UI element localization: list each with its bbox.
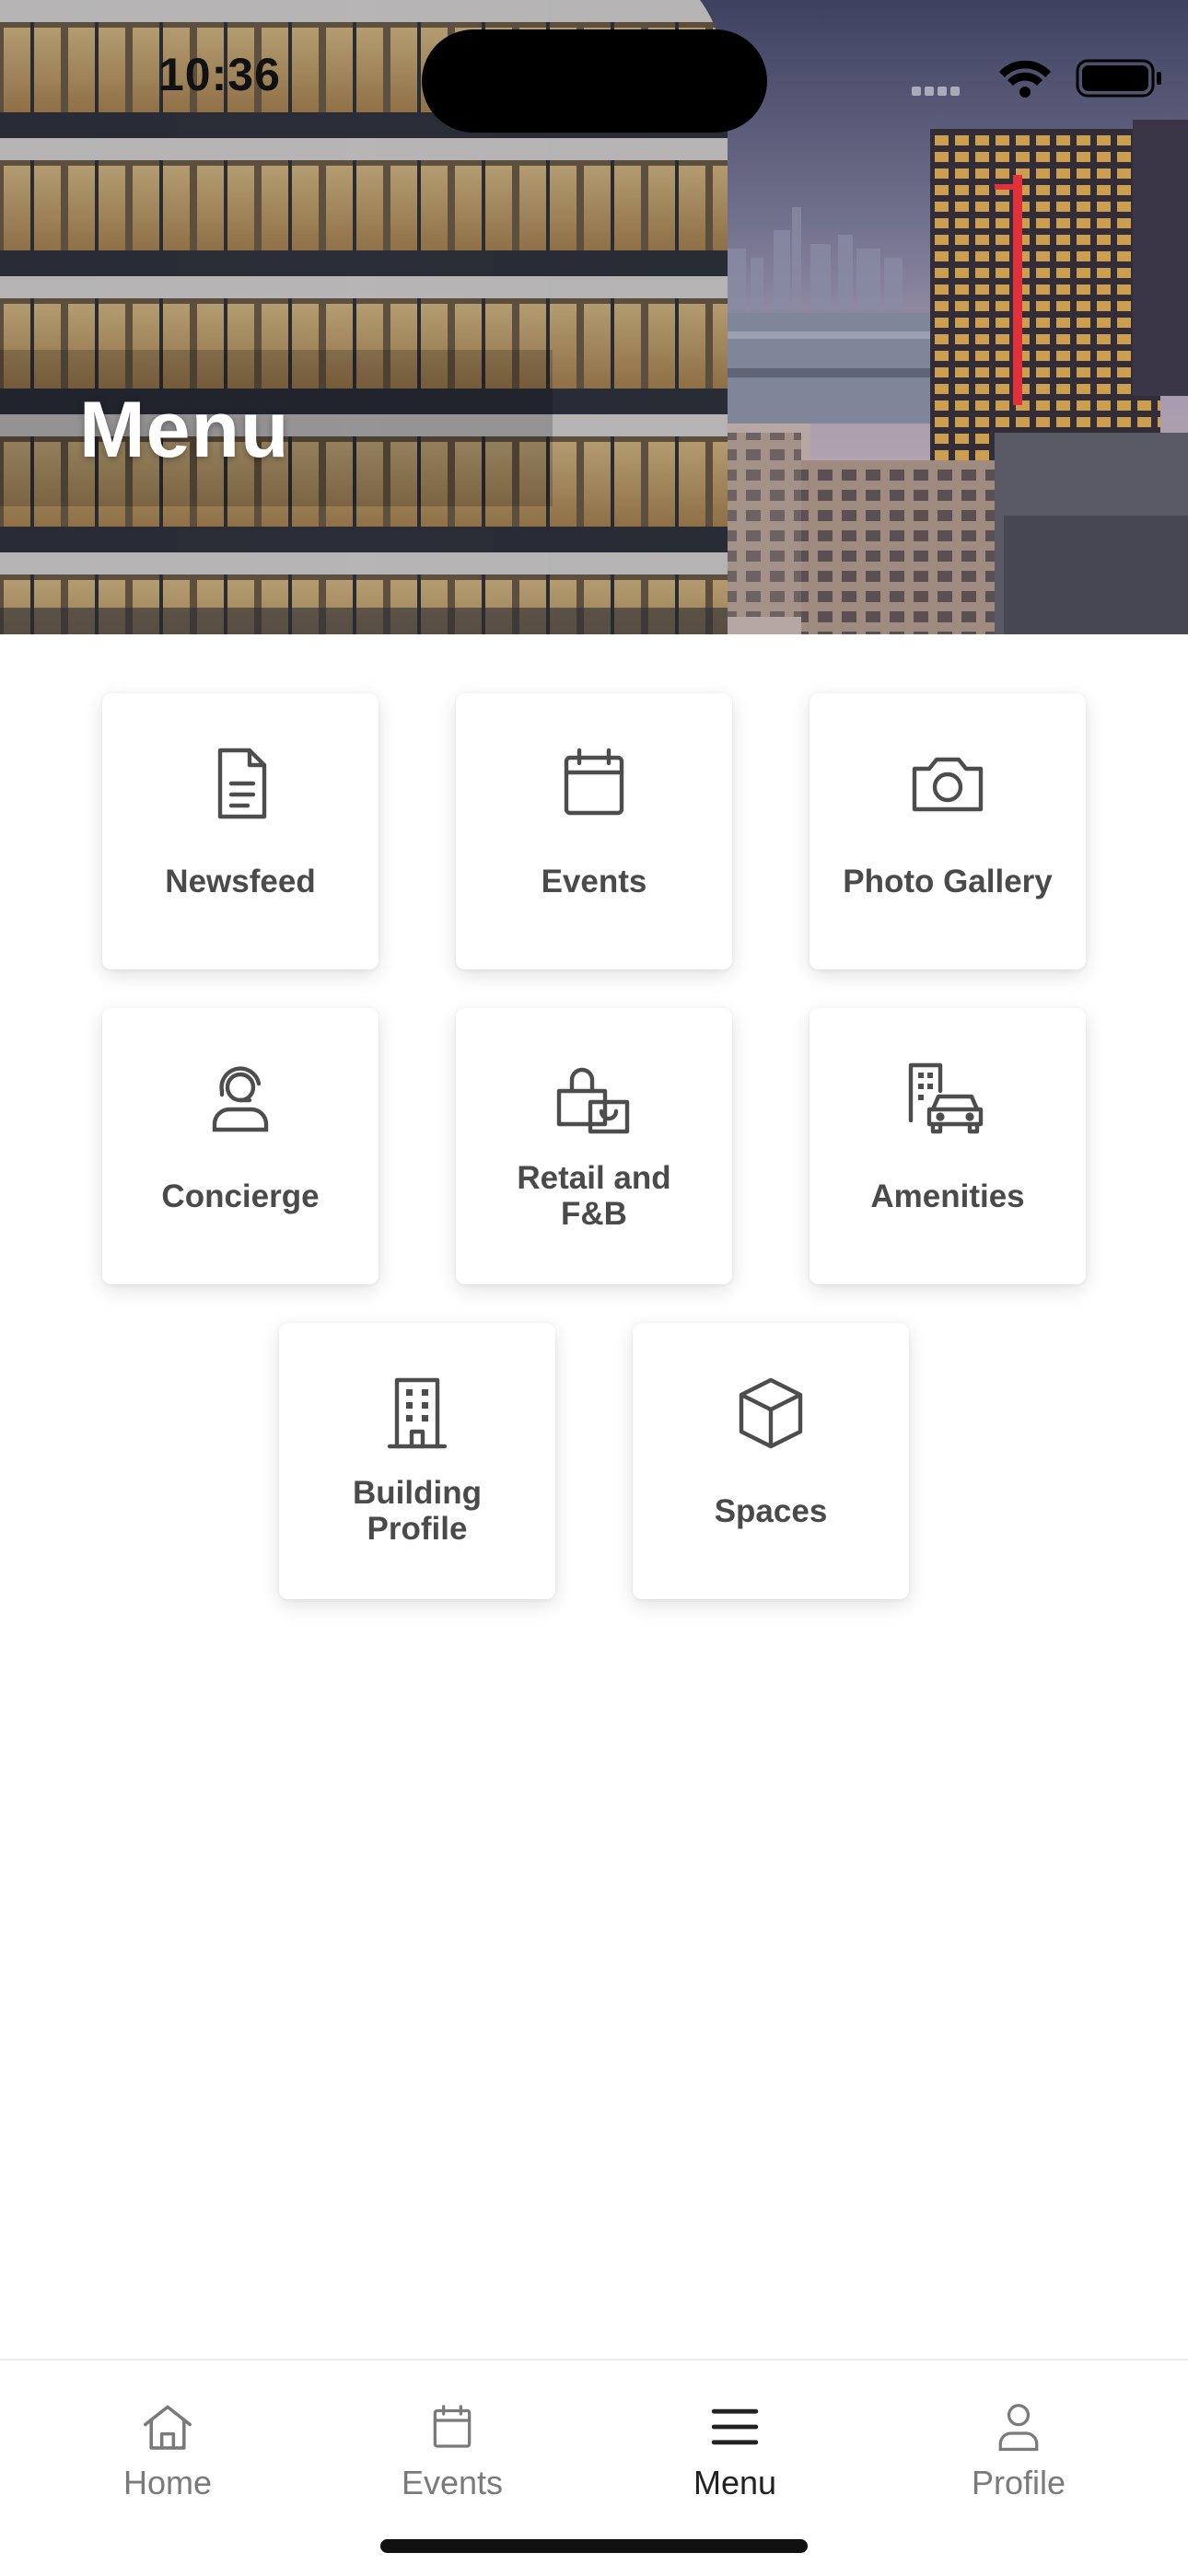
tile-label: Retail and F&B xyxy=(517,1160,671,1232)
tile-label: Amenities xyxy=(870,1178,1025,1214)
calendar-icon xyxy=(550,739,638,828)
document-icon xyxy=(196,739,285,828)
wifi-icon xyxy=(999,60,1051,98)
page-title: Menu xyxy=(79,386,290,474)
tile-label: Building Profile xyxy=(353,1475,482,1547)
status-icons xyxy=(912,59,1161,98)
home-indicator xyxy=(380,2539,808,2553)
tab-label: Menu xyxy=(693,2464,777,2501)
tab-profile[interactable]: Profile xyxy=(899,2397,1138,2517)
tab-home[interactable]: Home xyxy=(48,2397,287,2517)
calendar-icon xyxy=(420,2397,484,2456)
tile-building-profile[interactable]: Building Profile xyxy=(279,1323,555,1599)
tile-label: Events xyxy=(541,863,647,899)
status-time: 10:36 xyxy=(158,49,281,100)
tab-label: Profile xyxy=(971,2464,1066,2501)
tile-photo-gallery[interactable]: Photo Gallery xyxy=(809,693,1086,969)
tab-label: Events xyxy=(401,2464,504,2501)
office-building-icon xyxy=(373,1369,461,1457)
hamburger-menu-icon xyxy=(703,2397,767,2456)
shopping-bag-icon xyxy=(550,1054,638,1143)
tile-label: Spaces xyxy=(714,1492,828,1529)
home-icon xyxy=(135,2397,200,2456)
tile-retail-fb[interactable]: Retail and F&B xyxy=(456,1008,732,1284)
tile-concierge[interactable]: Concierge xyxy=(102,1008,379,1284)
tile-label: Photo Gallery xyxy=(843,863,1053,899)
tile-spaces[interactable]: Spaces xyxy=(633,1323,909,1599)
camera-icon xyxy=(903,739,992,828)
tab-events[interactable]: Events xyxy=(332,2397,572,2517)
tile-newsfeed[interactable]: Newsfeed xyxy=(102,693,379,969)
person-icon xyxy=(986,2397,1051,2456)
tile-label: Newsfeed xyxy=(165,863,316,899)
cube-icon xyxy=(727,1369,815,1457)
signal-icon xyxy=(912,87,960,96)
battery-icon xyxy=(1076,59,1161,98)
tile-events[interactable]: Events xyxy=(456,693,732,969)
tab-menu[interactable]: Menu xyxy=(615,2397,855,2517)
tab-label: Home xyxy=(122,2464,213,2501)
dynamic-island xyxy=(422,29,767,133)
tile-amenities[interactable]: Amenities xyxy=(809,1008,1086,1284)
tile-label: Concierge xyxy=(161,1178,320,1214)
hero-banner: 10:36 Menu xyxy=(0,0,1188,634)
building-car-icon xyxy=(903,1054,992,1143)
headset-person-icon xyxy=(196,1054,285,1143)
